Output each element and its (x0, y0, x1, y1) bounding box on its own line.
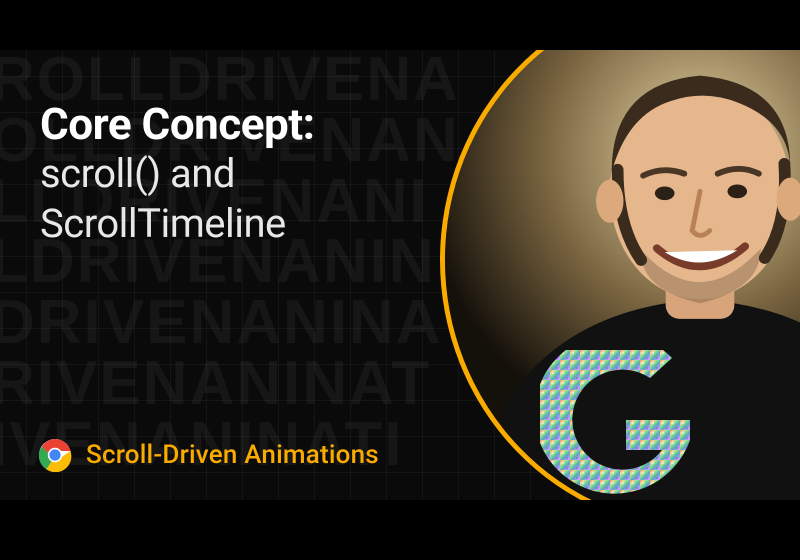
heading-block: Core Concept: scroll() and ScrollTimelin… (40, 100, 315, 248)
video-thumbnail[interactable]: ROLLDRIVENA OLLDRIVENAN LLDRIVENANI LDRI… (0, 50, 800, 500)
chrome-icon (38, 438, 72, 472)
series-title: Scroll-Driven Animations (86, 440, 379, 470)
heading-subtitle-line-1: scroll() and (40, 150, 315, 198)
heading-subtitle-line-2: ScrollTimeline (40, 200, 315, 248)
g-logo-icon (540, 350, 700, 500)
heading-title: Core Concept: (40, 100, 315, 148)
series-footer: Scroll-Driven Animations (38, 438, 379, 472)
